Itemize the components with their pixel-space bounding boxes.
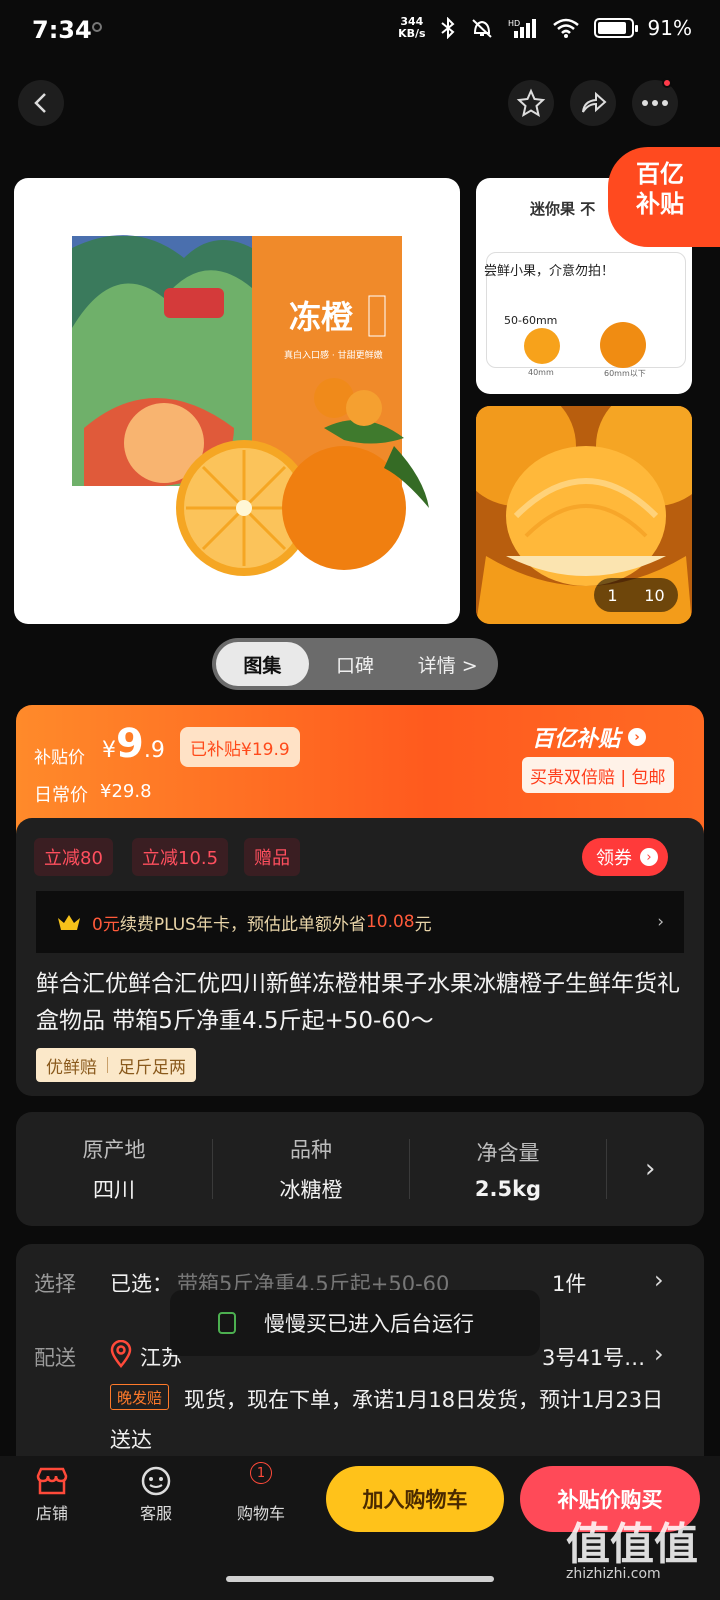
tab-details[interactable]: 详情 > <box>401 642 494 686</box>
size-guide-note: 尝鲜小果，介意勿拍！ <box>484 264 615 279</box>
product-box-illustration: 冻橙 真白入口感 · 甘甜更鲜嫩 <box>72 235 429 576</box>
star-icon <box>516 88 546 118</box>
share-icon <box>582 91 607 113</box>
more-icon <box>642 100 668 106</box>
cart-button[interactable]: 1 购物车 <box>226 1462 296 1524</box>
background-run-toast: 慢慢买已进入后台运行 <box>170 1290 540 1356</box>
location-pin-icon <box>110 1340 132 1368</box>
add-to-cart-button[interactable]: 加入购物车 <box>326 1466 504 1532</box>
guarantee-badge: 买贵双倍赔 | 包邮 <box>522 757 674 793</box>
tag-full-weight: 足斤足两 <box>118 1057 186 1078</box>
chevron-right-icon[interactable]: › <box>654 1340 664 1368</box>
chevron-right-icon: › <box>640 848 658 866</box>
chevron-right-icon: › <box>645 1154 656 1184</box>
plus-membership-bar[interactable]: 0元 续费PLUS年卡，预估此单额外省 10.08 元 › <box>36 891 684 953</box>
address-end[interactable]: 3号41号… <box>542 1342 645 1372</box>
chevron-left-icon <box>34 93 46 113</box>
chevron-right-icon: › <box>657 912 664 932</box>
small-orange-image <box>524 328 560 364</box>
media-tabs: 图集 口碑 详情 > <box>212 638 498 690</box>
subsidy-badge: 百亿补贴 <box>608 147 720 247</box>
status-time: 7:34 <box>32 16 92 44</box>
tab-reviews[interactable]: 口碑 <box>309 642 402 686</box>
promo-tag[interactable]: 立减80 <box>34 838 113 876</box>
svg-text:HD: HD <box>508 19 520 28</box>
battery-level: 91% <box>647 16 692 40</box>
signal-icon: HD <box>508 19 536 38</box>
customer-service-button[interactable]: 客服 <box>126 1466 186 1524</box>
large-orange-image <box>600 322 646 368</box>
product-tags: 优鲜赔 足斤足两 <box>36 1048 196 1082</box>
promo-tag[interactable]: 赠品 <box>244 838 300 876</box>
chat-smile-icon <box>141 1466 171 1496</box>
main-product-image[interactable]: 冻橙 真白入口感 · 甘甜更鲜嫩 <box>14 178 460 624</box>
wifi-icon <box>552 18 579 38</box>
shipping-estimate: 现货，现在下单，承诺1月18日发货，预计1月23日送达 <box>110 1388 664 1452</box>
shipping-label: 配送 <box>34 1346 76 1370</box>
image-counter: 1 10 <box>594 578 678 612</box>
peeled-orange-image[interactable]: 1 10 <box>476 406 692 624</box>
coupon-button[interactable]: 领券 › <box>582 838 668 876</box>
status-icons: 344 KB/s HD 91% <box>398 15 692 41</box>
app-icon <box>218 1312 236 1334</box>
size-guide-range: 50-60mm <box>504 314 558 327</box>
subsidy-price: ¥ 9 .9 <box>102 721 165 767</box>
subsidy-brand-link[interactable]: 百亿补贴 › <box>532 721 647 753</box>
product-title: 鲜合汇优鲜合汇优四川新鲜冻橙柑果子水果冰糖橙子生鲜年货礼盒物品 带箱5斤净重4.… <box>36 971 680 1034</box>
spec-net-weight: 净含量 2.5kg <box>474 1141 542 1201</box>
selected-quantity: 1件 <box>546 1268 587 1298</box>
network-speed: 344 KB/s <box>398 15 426 40</box>
shop-button[interactable]: 店铺 <box>22 1466 82 1524</box>
notification-dot <box>662 78 672 88</box>
back-button[interactable] <box>18 80 64 126</box>
status-bar: 7:34 344 KB/s HD 91% <box>0 0 720 62</box>
cart-count-badge: 1 <box>250 1462 272 1484</box>
size-guide-title: 迷你果 不 <box>530 200 596 218</box>
chevron-right-icon: › <box>628 728 647 746</box>
watermark: 值值值 <box>566 1519 698 1570</box>
toast-text: 慢慢买已进入后台运行 <box>264 1312 474 1336</box>
subsidy-badge-text: 百亿补贴 <box>636 160 684 218</box>
chevron-right-icon[interactable]: › <box>654 1266 664 1294</box>
size-label-large: 60mm以下 <box>604 369 646 378</box>
daily-price: 日常价 ¥29.8 <box>34 781 152 806</box>
crown-icon <box>58 915 80 930</box>
share-button[interactable] <box>570 80 616 126</box>
box-subtitle: 真白入口感 · 甘甜更鲜嫩 <box>284 349 383 361</box>
home-indicator[interactable] <box>226 1576 494 1582</box>
image-counter-total: 10 <box>644 585 665 605</box>
favorite-button[interactable] <box>508 80 554 126</box>
subsidized-amount: 已补贴¥19.9 <box>180 727 300 767</box>
battery-icon <box>593 18 638 38</box>
selection-panel: 选择 已选： 带箱5斤净重4.5斤起+50-60 1件 › 配送 江苏 3号41… <box>16 1244 704 1474</box>
box-title: 冻橙 <box>289 298 354 336</box>
spec-summary[interactable]: 原产地 四川 品种 冰糖橙 净含量 2.5kg › <box>16 1112 704 1226</box>
tag-fresh-guarantee: 优鲜赔 <box>46 1057 97 1078</box>
select-label: 选择 <box>34 1272 76 1296</box>
notification-icon <box>92 22 102 32</box>
subsidy-price-label: 补贴价 <box>34 748 85 768</box>
watermark-url: zhizhizhi.com <box>566 1566 661 1582</box>
price-banner: 补贴价 ¥ 9 .9 已补贴¥19.9 日常价 ¥29.8 百亿补贴 › 买贵双… <box>16 705 704 835</box>
spec-variety: 品种 冰糖橙 <box>279 1138 343 1202</box>
bluetooth-icon <box>440 17 455 39</box>
shop-icon <box>36 1467 68 1495</box>
size-label-small: 40mm <box>528 368 554 377</box>
spec-origin: 原产地 四川 <box>82 1138 146 1202</box>
promo-tag[interactable]: 立减10.5 <box>132 838 229 876</box>
mute-icon <box>471 19 492 38</box>
tab-gallery[interactable]: 图集 <box>216 642 309 686</box>
image-counter-current: 1 <box>607 585 618 605</box>
more-button[interactable] <box>632 78 678 126</box>
